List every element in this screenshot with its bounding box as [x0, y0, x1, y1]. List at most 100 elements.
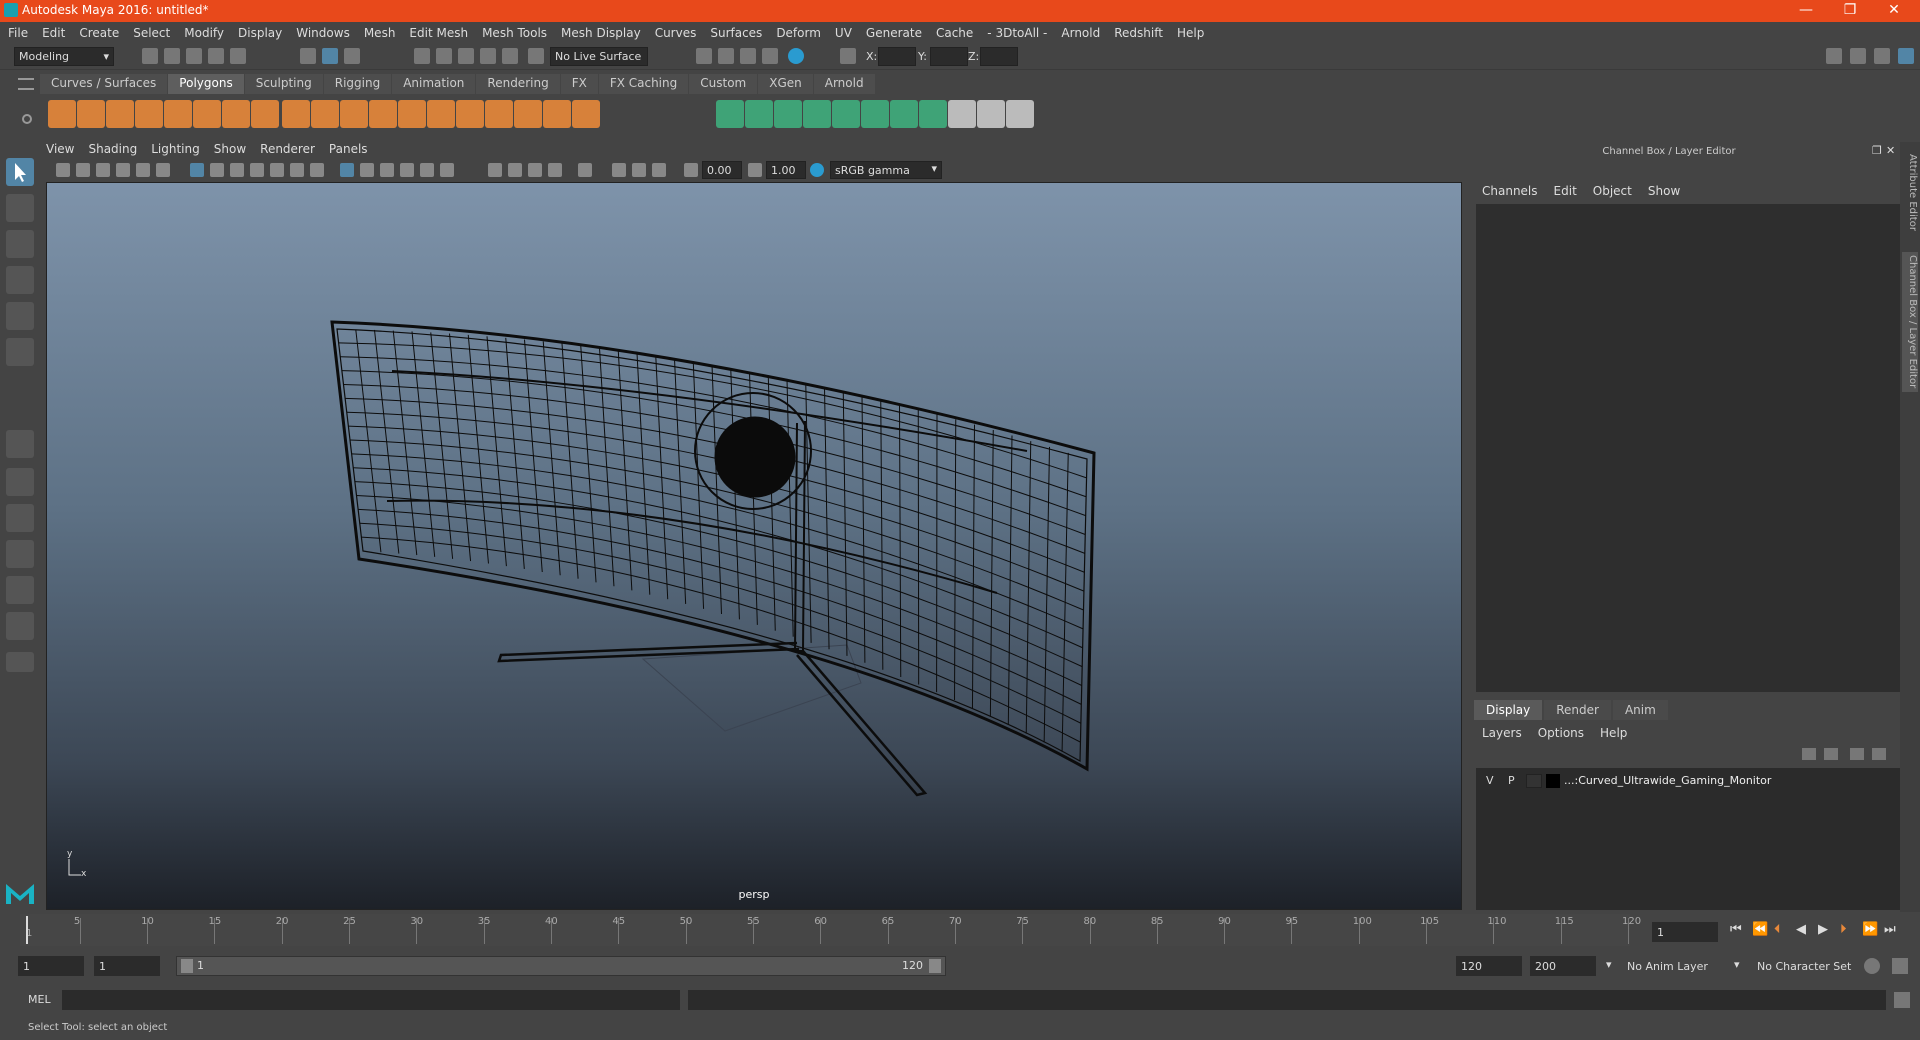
- field-chart-icon[interactable]: [270, 163, 284, 177]
- isolate-select-icon[interactable]: [578, 163, 592, 177]
- go-to-end-icon[interactable]: ⏭: [1884, 922, 1896, 937]
- planar-uv-icon[interactable]: [774, 100, 802, 128]
- outliner-layout-icon[interactable]: [6, 540, 34, 568]
- layer-tab-anim[interactable]: Anim: [1612, 700, 1668, 720]
- go-to-start-icon[interactable]: ⏮: [1730, 922, 1742, 937]
- menu-mesh-tools[interactable]: Mesh Tools: [482, 26, 547, 40]
- graph-layout-icon[interactable]: [6, 576, 34, 604]
- move-layer-up-icon[interactable]: [1802, 748, 1816, 760]
- poly-sphere-icon[interactable]: [48, 100, 76, 128]
- scale-tool-icon[interactable]: [6, 338, 34, 366]
- channel-box-menu-object[interactable]: Object: [1593, 184, 1632, 198]
- menu-modify[interactable]: Modify: [184, 26, 224, 40]
- command-input[interactable]: [62, 990, 680, 1010]
- shelf-tab-xgen[interactable]: XGen: [758, 74, 813, 94]
- shelf-menu-icon[interactable]: [18, 78, 34, 90]
- move-tool-icon[interactable]: [6, 266, 34, 294]
- snap-curve-icon[interactable]: [436, 48, 452, 64]
- step-back-frame-icon[interactable]: ⏴: [1774, 922, 1781, 937]
- depth-of-field-icon[interactable]: [548, 163, 562, 177]
- wireframe-on-shaded-icon[interactable]: [380, 163, 394, 177]
- extrude-icon[interactable]: [485, 100, 513, 128]
- hypershade-icon[interactable]: [762, 48, 778, 64]
- render-current-frame-icon[interactable]: [696, 48, 712, 64]
- resolution-gate-icon[interactable]: [230, 163, 244, 177]
- anim-layer-dropdown[interactable]: No Anim Layer: [1622, 956, 1734, 976]
- viewport-menu-shading[interactable]: Shading: [88, 142, 137, 160]
- y-input[interactable]: [930, 47, 968, 66]
- step-forward-frame-icon[interactable]: ⏵: [1840, 922, 1847, 937]
- live-surface-field[interactable]: No Live Surface: [550, 47, 648, 66]
- automatic-uv-icon[interactable]: [861, 100, 889, 128]
- extract-icon[interactable]: [340, 100, 368, 128]
- z-input[interactable]: [980, 47, 1018, 66]
- shelf-settings-icon[interactable]: [22, 114, 32, 124]
- float-panel-icon[interactable]: ❐: [1872, 144, 1882, 157]
- undo-icon[interactable]: [208, 48, 224, 64]
- combine-icon[interactable]: [282, 100, 310, 128]
- menu-generate[interactable]: Generate: [866, 26, 922, 40]
- film-gate-icon[interactable]: [210, 163, 224, 177]
- layer-playback-toggle[interactable]: P: [1508, 774, 1515, 787]
- redo-icon[interactable]: [230, 48, 246, 64]
- menu-help[interactable]: Help: [1177, 26, 1204, 40]
- menu-windows[interactable]: Windows: [296, 26, 350, 40]
- shelf-tab-custom[interactable]: Custom: [689, 74, 758, 94]
- menu-arnold[interactable]: Arnold: [1061, 26, 1100, 40]
- layer-name[interactable]: ...:Curved_Ultrawide_Gaming_Monitor: [1564, 774, 1771, 787]
- exposure-input[interactable]: 0.00: [702, 161, 742, 179]
- start-time-input[interactable]: 1: [18, 956, 84, 976]
- wireframe-icon[interactable]: [340, 163, 354, 177]
- play-forward-icon[interactable]: ▶: [1818, 922, 1828, 937]
- layer-display-type-toggle[interactable]: [1526, 774, 1542, 788]
- screen-space-ao-icon[interactable]: [488, 163, 502, 177]
- menu-edit-mesh[interactable]: Edit Mesh: [409, 26, 468, 40]
- hypershade-layout-icon[interactable]: [6, 612, 34, 640]
- rotate-tool-icon[interactable]: [6, 302, 34, 330]
- end-time-input[interactable]: 200: [1530, 956, 1596, 976]
- shelf-tab-curves-surfaces[interactable]: Curves / Surfaces: [40, 74, 168, 94]
- channel-box-area[interactable]: [1476, 204, 1900, 692]
- textured-icon[interactable]: [400, 163, 414, 177]
- snap-view-plane-icon[interactable]: [480, 48, 496, 64]
- menu-surfaces[interactable]: Surfaces: [710, 26, 762, 40]
- ipr-render-icon[interactable]: [718, 48, 734, 64]
- viewport-menu-panels[interactable]: Panels: [329, 142, 368, 160]
- move-layer-down-icon[interactable]: [1824, 748, 1838, 760]
- layer-tab-display[interactable]: Display: [1474, 700, 1543, 720]
- layer-menu-layers[interactable]: Layers: [1482, 726, 1522, 740]
- bridge-icon[interactable]: [456, 100, 484, 128]
- 2d-pan-zoom-icon[interactable]: [136, 163, 150, 177]
- layer-menu-help[interactable]: Help: [1600, 726, 1627, 740]
- restore-button[interactable]: ❐: [1830, 2, 1870, 18]
- shelf-tab-arnold[interactable]: Arnold: [813, 74, 875, 94]
- menu-create[interactable]: Create: [79, 26, 119, 40]
- menu-edit[interactable]: Edit: [42, 26, 65, 40]
- lasso-tool-icon[interactable]: [6, 194, 34, 222]
- menu-select[interactable]: Select: [133, 26, 170, 40]
- multi-cut-icon[interactable]: [572, 100, 600, 128]
- snap-together-icon[interactable]: [528, 48, 544, 64]
- time-slider[interactable]: 1 5 10 15 20 25 30 35 40 45 50 55 60 65 70 75 80 85 90 95 1…: [20, 914, 1641, 946]
- snap-grid-icon[interactable]: [414, 48, 430, 64]
- close-button[interactable]: ✕: [1874, 2, 1914, 18]
- append-polygon-icon[interactable]: [514, 100, 542, 128]
- toggle-channel-box-icon[interactable]: [1898, 48, 1914, 64]
- transform-constraint-icon[interactable]: [840, 48, 856, 64]
- single-perspective-layout-icon[interactable]: [6, 430, 34, 458]
- select-hierarchy-icon[interactable]: [300, 48, 316, 64]
- spherical-uv-icon[interactable]: [832, 100, 860, 128]
- menu-redshift[interactable]: Redshift: [1114, 26, 1163, 40]
- shelf-tab-sculpting[interactable]: Sculpting: [244, 74, 323, 94]
- image-plane-icon[interactable]: [116, 163, 130, 177]
- poly-plane-icon[interactable]: [164, 100, 192, 128]
- toggle-tool-settings-icon[interactable]: [1874, 48, 1890, 64]
- poly-cylinder-icon[interactable]: [106, 100, 134, 128]
- minimize-button[interactable]: —: [1786, 2, 1826, 18]
- sew-uv-icon[interactable]: [977, 100, 1005, 128]
- shelf-tab-fx[interactable]: FX: [560, 74, 598, 94]
- menu-mesh[interactable]: Mesh: [364, 26, 396, 40]
- camera-attributes-icon[interactable]: [76, 163, 90, 177]
- camera-select-icon[interactable]: [56, 163, 70, 177]
- multisample-aa-icon[interactable]: [528, 163, 542, 177]
